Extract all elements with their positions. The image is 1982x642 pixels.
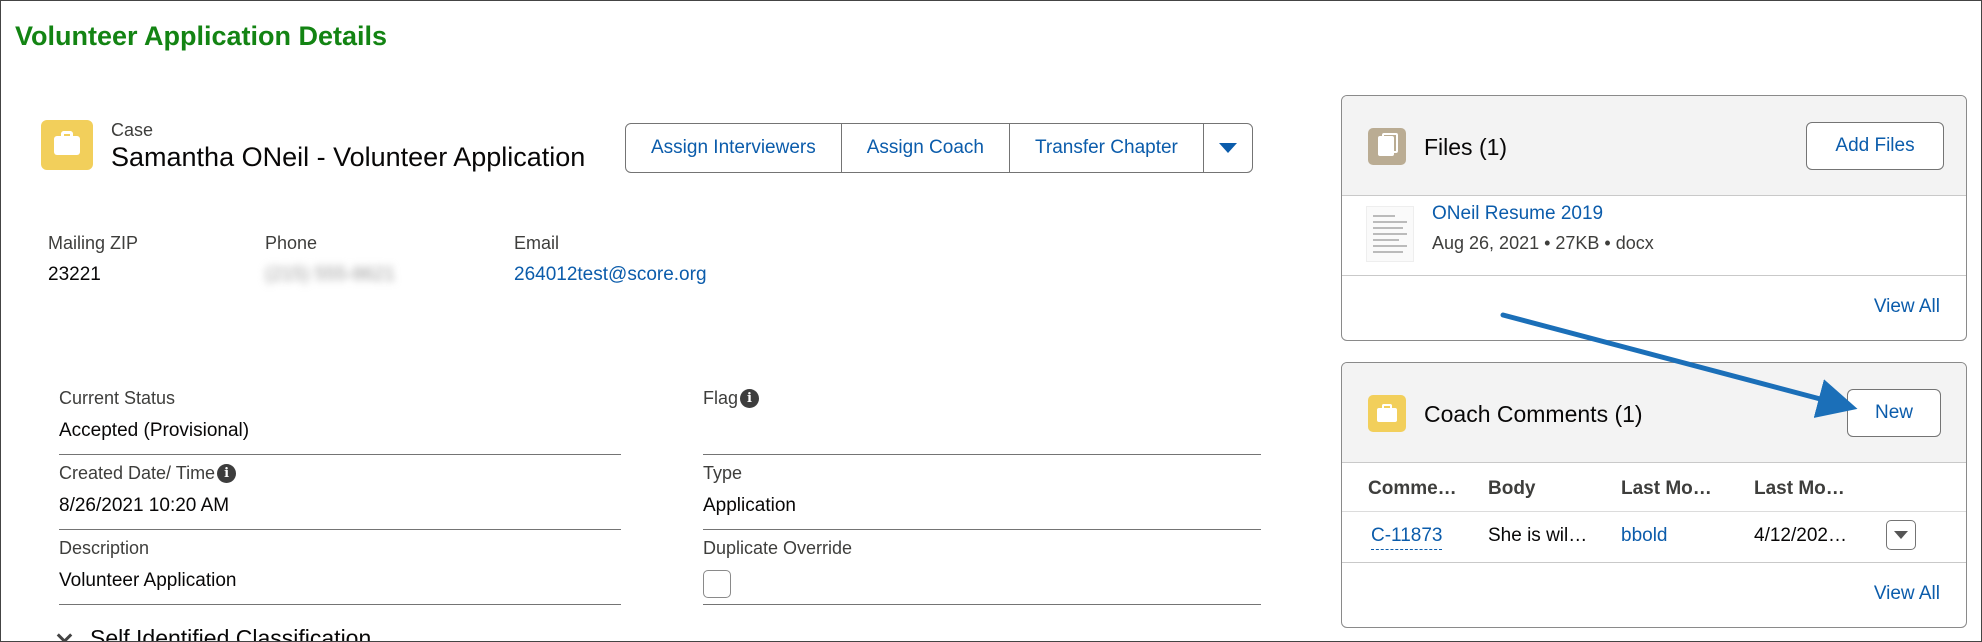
column-header-comment[interactable]: Comme… [1368,478,1457,500]
type-value: Application [703,495,796,516]
more-actions-button[interactable] [1204,124,1252,172]
add-files-button[interactable]: Add Files [1806,122,1944,170]
file-meta: Aug 26, 2021 • 27KB • docx [1432,233,1654,253]
file-name-link[interactable]: ONeil Resume 2019 [1432,203,1603,225]
files-card-header: Files (1) Add Files [1342,96,1966,196]
files-card-footer: View All [1342,275,1966,340]
highlight-email: Email 264012test@score.org [514,233,707,286]
current-status-value: Accepted (Provisional) [59,420,250,441]
chevron-down-icon [1218,143,1237,153]
description-label: Description [59,538,150,558]
coach-comments-header: Coach Comments (1) New [1342,363,1966,463]
field-flag: Flag i [703,380,1261,455]
field-type: Type Application [703,455,1261,530]
current-status-label: Current Status [59,388,176,408]
new-comment-button[interactable]: New [1847,389,1941,437]
created-date-value: 8/26/2021 10:20 AM [59,495,230,516]
highlight-phone: Phone (215) 555-8621 [265,233,395,286]
files-card: Files (1) Add Files ONeil Resume 2019 Au… [1341,95,1967,341]
field-description: Description Volunteer Application [59,530,621,605]
field-created-date: Created Date/ Time i 8/26/2021 10:20 AM [59,455,621,530]
transfer-chapter-button[interactable]: Transfer Chapter [1010,124,1204,172]
comment-id-link[interactable]: C-11873 [1371,525,1443,550]
case-briefcase-icon [41,120,93,170]
assign-coach-button[interactable]: Assign Coach [842,124,1010,172]
record-action-buttons: Assign Interviewers Assign Coach Transfe… [625,123,1253,173]
duplicate-override-checkbox[interactable] [703,570,731,598]
comments-table-header: Comme… Body Last Mo… Last Mo… [1342,463,1966,511]
section-self-identified-classification[interactable]: Self Identified Classification [56,625,372,642]
mailing-zip-label: Mailing ZIP [48,233,139,253]
mailing-zip-value: 23221 [48,264,101,285]
column-header-last-modified-date[interactable]: Last Mo… [1754,478,1845,500]
file-item: ONeil Resume 2019 Aug 26, 2021 • 27KB • … [1342,196,1966,275]
comments-view-all-link[interactable]: View All [1874,583,1940,605]
row-actions-button[interactable] [1886,520,1916,550]
description-value: Volunteer Application [59,570,237,591]
assign-interviewers-button[interactable]: Assign Interviewers [626,124,842,172]
record-name: Samantha ONeil - Volunteer Application [111,142,586,172]
chevron-down-icon [56,627,73,641]
modified-by-link[interactable]: bbold [1621,525,1668,547]
modified-date: 4/12/202… [1754,525,1847,546]
files-view-all-link[interactable]: View All [1874,296,1940,318]
highlight-mailing-zip: Mailing ZIP 23221 [48,233,138,286]
duplicate-override-label: Duplicate Override [703,538,853,558]
flag-label: Flag [703,388,739,408]
coach-comments-footer: View All [1342,562,1966,627]
chevron-down-icon [1894,531,1908,539]
comment-body: She is wil… [1488,525,1588,546]
record-object-label: Case [111,120,154,140]
type-label: Type [703,463,743,483]
info-icon[interactable]: i [740,389,760,408]
flag-label-wrap: Flag i [703,388,760,409]
phone-label: Phone [265,233,318,253]
files-icon [1368,128,1406,165]
field-duplicate-override: Duplicate Override [703,530,1261,605]
coach-comments-card: Coach Comments (1) New Comme… Body Last … [1341,362,1967,628]
section-title: Self Identified Classification [90,625,372,642]
table-row: C-11873 She is wil… bbold 4/12/202… [1342,511,1966,562]
app-frame: Volunteer Application Details Case Saman… [0,0,1982,642]
case-briefcase-icon [1368,395,1406,432]
coach-comments-title[interactable]: Coach Comments (1) [1424,401,1643,428]
column-header-body[interactable]: Body [1488,478,1536,500]
info-icon[interactable]: i [217,464,237,483]
column-header-last-modified-by[interactable]: Last Mo… [1621,478,1712,500]
field-current-status: Current Status Accepted (Provisional) [59,380,621,455]
created-label-wrap: Created Date/ Time i [59,463,237,484]
phone-value-redacted: (215) 555-8621 [265,264,395,285]
files-card-title[interactable]: Files (1) [1424,134,1507,161]
email-link[interactable]: 264012test@score.org [514,264,707,286]
created-date-label: Created Date/ Time [59,463,216,483]
email-label: Email [514,233,560,253]
page-title: Volunteer Application Details [15,21,388,51]
file-thumbnail[interactable] [1366,206,1414,262]
